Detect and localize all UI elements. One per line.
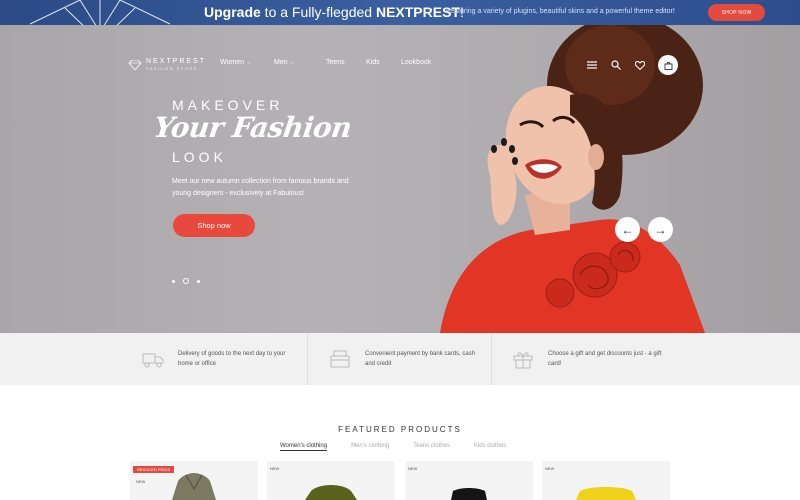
heart-icon[interactable] [634,59,646,71]
product-card[interactable]: NEW [542,461,670,500]
new-badge: NEW [136,479,146,484]
site-logo[interactable]: NEXTPREST FASHION STORE [128,58,206,71]
product-image [451,488,487,500]
geometric-decoration [29,0,171,25]
cart-button[interactable] [658,55,678,75]
tab-teens-clothes[interactable]: Teens clothes [413,443,450,451]
arrow-left-icon: ← [621,222,634,237]
hero-slider: NEXTPREST FASHION STORE Women ⌵ Men ⌵ Teen… [0,25,800,333]
nav-item-kids[interactable]: Kids [366,59,401,66]
new-badge: NEW [270,466,280,471]
slider-prev-button[interactable]: ← [615,217,640,242]
tab-kids-clothes[interactable]: Kids clothes [474,443,506,451]
hero-description: Meet our new autumn collection from famo… [172,178,349,197]
slider-dots [172,278,200,284]
payment-icon [330,350,350,368]
nav-item-women[interactable]: Women ⌵ [220,59,274,66]
reduced-price-badge: REDUCED PRICE [133,466,175,473]
promo-shop-button[interactable]: SHOP NOW [708,4,765,21]
featured-products-title: FEATURED PRODUCTS [338,425,462,434]
hero-line-2: Your Fashion [151,111,354,144]
product-image [305,485,357,500]
shop-now-button[interactable]: Shop now [173,214,255,237]
feature-delivery: Delivery of goods to the next day to you… [142,333,298,385]
product-card[interactable]: NEW [405,461,533,500]
feature-text: Delivery of goods to the next day to you… [178,351,286,367]
slide-dot-active[interactable] [183,278,189,284]
menu-icon[interactable] [586,59,598,71]
product-card[interactable]: NEW [267,461,395,500]
feature-text: Convenient payment by bank cards, cash a… [365,351,476,367]
product-card[interactable]: REDUCED PRICE NEW [130,461,258,500]
arrow-right-icon: → [654,222,667,237]
logo-brand: NEXTPREST [146,58,207,65]
product-image [576,487,636,500]
header-actions [586,55,678,75]
search-icon[interactable] [610,59,622,71]
nav-item-teens[interactable]: Teens [326,59,366,66]
nav-item-lookbook[interactable]: Lookbook [401,59,431,66]
new-badge: NEW [545,466,555,471]
promo-headline: Upgrade to a Fully-flegded NEXTPREST! [204,4,464,20]
promo-subtext: Featuring a variety of plugins, beautifu… [446,8,675,15]
truck-icon [142,353,164,368]
tab-womens-clothing[interactable]: Women's clothing [280,443,328,451]
tab-mens-clothing[interactable]: Men's clothing [351,443,389,451]
divider [491,333,492,385]
logo-tagline: FASHION STORE [146,66,198,71]
divider [307,333,308,385]
gift-icon [513,352,533,369]
nav-item-men[interactable]: Men ⌵ [274,59,326,66]
product-tabs: Women's clothing Men's clothing Teens cl… [280,443,506,451]
slide-dot[interactable] [197,279,200,283]
main-nav: Women ⌵ Men ⌵ Teens Kids Lookbook [220,59,431,66]
promo-banner: Upgrade to a Fully-flegded NEXTPREST! Fe… [0,0,800,25]
hero-line-3: LOOK [172,149,227,165]
slider-next-button[interactable]: → [648,217,673,242]
cart-icon [664,61,672,70]
slide-dot[interactable] [172,279,175,283]
features-strip: Delivery of goods to the next day to you… [0,333,800,385]
chevron-down-icon: ⌵ [247,59,251,66]
diamond-icon [128,59,142,70]
new-badge: NEW [408,466,418,471]
feature-gift: Choose a gift and get discounts just - a… [512,333,668,385]
feature-text: Choose a gift and get discounts just - a… [548,351,662,367]
chevron-down-icon: ⌵ [290,59,295,66]
feature-payment: Convenient payment by bank cards, cash a… [329,333,485,385]
